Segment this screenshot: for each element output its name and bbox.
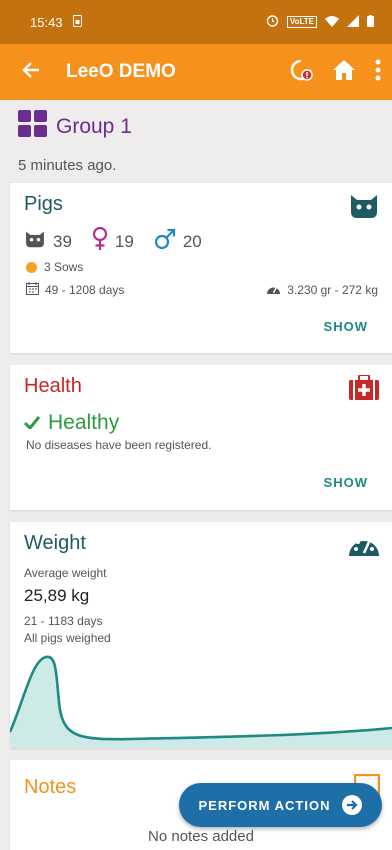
health-title: Health [24, 375, 82, 397]
volte-badge: VoLTE [286, 16, 317, 28]
weight-age-range: 21 - 1183 days [24, 614, 103, 628]
perform-action-label: PERFORM ACTION [198, 797, 331, 813]
back-arrow-icon[interactable] [22, 61, 40, 83]
arrow-right-circle-icon [342, 795, 363, 815]
perform-action-button[interactable]: PERFORM ACTION [179, 783, 382, 827]
home-icon[interactable] [332, 59, 356, 86]
male-count: 20 [182, 231, 202, 251]
male-icon [154, 228, 176, 255]
app-bar: LeeO DEMO [0, 44, 392, 100]
weight-title: Weight [24, 532, 86, 554]
average-weight-label: Average weight [24, 566, 107, 580]
female-count: 19 [114, 231, 134, 251]
speedometer-icon [348, 532, 380, 563]
sows-dot-icon [26, 261, 37, 273]
more-vert-icon[interactable] [374, 59, 382, 86]
scale-icon [266, 282, 281, 298]
average-weight-value: 25,89 kg [24, 586, 90, 605]
first-aid-kit-icon [348, 374, 380, 406]
health-show-button[interactable]: SHOW [324, 475, 368, 490]
pigs-card[interactable]: Pigs 39 19 20 3 Sows 49 - 1208 days 3.23… [10, 183, 392, 353]
pigs-weight-range: 3.230 gr - 272 kg [287, 283, 378, 297]
battery-icon [367, 14, 374, 30]
pigs-title: Pigs [24, 193, 63, 215]
wifi-icon [325, 15, 339, 30]
notes-title: Notes [24, 776, 77, 798]
pig-total-icon [24, 230, 46, 253]
weight-distribution-chart [10, 655, 392, 748]
pigs-age-range: 49 - 1208 days [45, 283, 125, 297]
signal-icon [347, 14, 359, 30]
group-header: Group 1 5 minutes ago. [18, 110, 132, 174]
status-time: 15:43 [30, 14, 63, 30]
check-icon [23, 411, 41, 435]
sows-count: 3 Sows [44, 260, 84, 274]
calendar-icon [26, 282, 39, 298]
grid-icon [18, 110, 48, 143]
weight-card[interactable]: Weight Average weight 25,89 kg 21 - 1183… [10, 522, 392, 748]
pig-total-count: 39 [53, 231, 72, 251]
alarm-icon [266, 14, 279, 30]
health-subtitle: No diseases have been registered. [26, 438, 212, 452]
pig-icon [348, 193, 380, 224]
app-title: LeeO DEMO [66, 61, 176, 82]
group-updated-time: 5 minutes ago. [18, 157, 117, 174]
group-title: Group 1 [56, 114, 132, 138]
sim-icon [72, 14, 82, 30]
health-card[interactable]: Health Healthy No diseases have been reg… [10, 365, 392, 510]
health-status: Healthy [48, 411, 120, 434]
pigs-show-button[interactable]: SHOW [324, 319, 368, 334]
status-bar: 15:43 VoLTE [0, 0, 392, 44]
female-icon [92, 226, 108, 256]
notes-empty-text: No notes added [148, 828, 254, 845]
sync-alert-icon[interactable] [290, 58, 314, 87]
